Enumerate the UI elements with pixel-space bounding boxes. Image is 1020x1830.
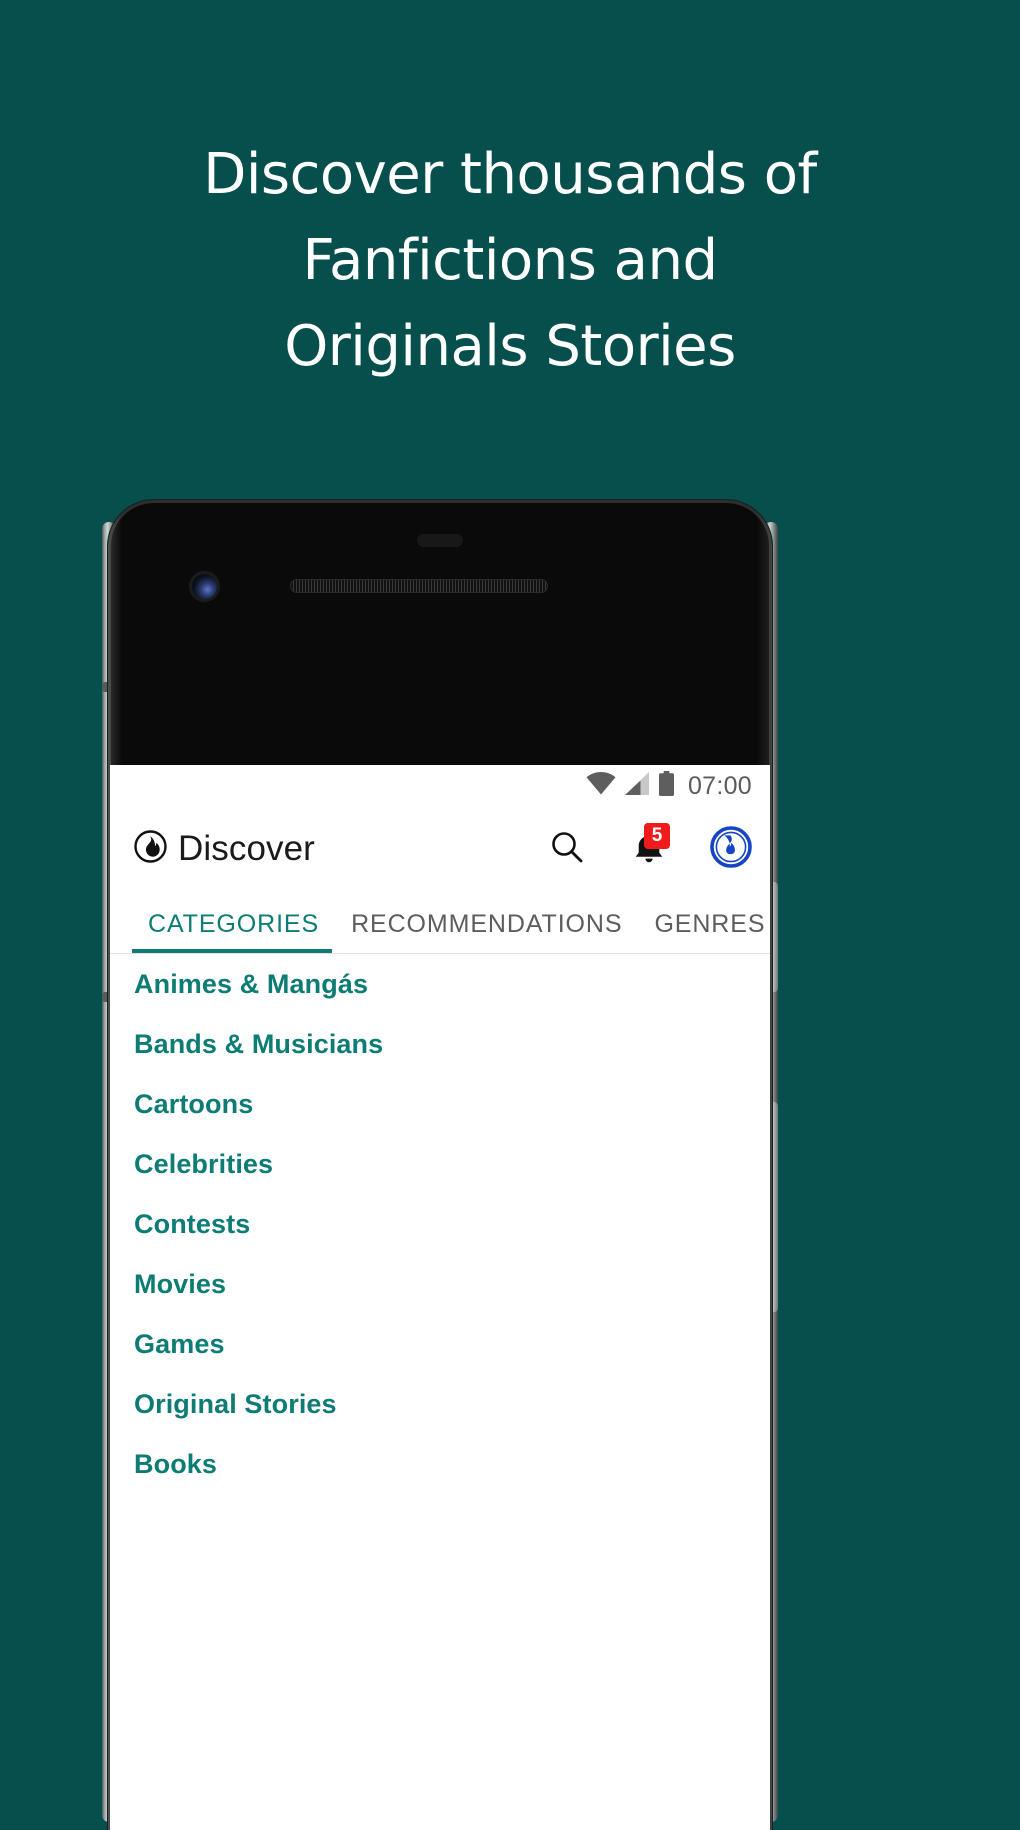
list-item[interactable]: Original Stories	[110, 1374, 770, 1434]
profile-avatar-icon	[710, 825, 752, 873]
tab-categories[interactable]: CATEGORIES	[132, 910, 335, 953]
list-item[interactable]: Contests	[110, 1194, 770, 1254]
tab-recommendations[interactable]: RECOMMENDATIONS	[335, 910, 638, 953]
app-bar: Discover 5	[110, 807, 770, 891]
app-title: Discover	[178, 829, 315, 868]
phone-mockup: 07:00 Discover 5 CATEGORIES RECOMMENDATI…	[100, 500, 780, 1830]
list-item[interactable]: Cartoons	[110, 1074, 770, 1134]
flame-circle-icon	[134, 830, 167, 868]
list-item[interactable]: Animes & Mangás	[110, 954, 770, 1014]
status-bar-time: 07:00	[687, 771, 752, 800]
profile-button[interactable]	[710, 825, 752, 873]
phone-screen: 07:00 Discover 5 CATEGORIES RECOMMENDATI…	[110, 765, 770, 1830]
tab-genres[interactable]: GENRES	[638, 910, 770, 953]
list-item[interactable]: Movies	[110, 1254, 770, 1314]
headline-line-3: Originals Stories	[284, 314, 736, 379]
status-bar: 07:00	[110, 765, 770, 807]
category-list: Animes & Mangás Bands & Musicians Cartoo…	[110, 954, 770, 1494]
notifications-button[interactable]: 5	[628, 823, 670, 870]
tab-bar: CATEGORIES RECOMMENDATIONS GENRES	[110, 891, 770, 954]
headline-line-1: Discover thousands of	[203, 142, 817, 207]
search-icon	[549, 829, 585, 870]
list-item[interactable]: Celebrities	[110, 1134, 770, 1194]
promo-headline: Discover thousands of Fanfictions and Or…	[0, 132, 1020, 390]
tab-active-indicator	[132, 949, 332, 953]
phone-top-nub	[417, 534, 463, 547]
list-item[interactable]: Books	[110, 1434, 770, 1494]
search-button[interactable]	[546, 828, 588, 870]
app-brand: Discover	[134, 829, 315, 869]
list-item[interactable]: Bands & Musicians	[110, 1014, 770, 1074]
headline-line-2: Fanfictions and	[302, 228, 718, 293]
earpiece-speaker-grille	[290, 579, 548, 593]
app-bar-actions: 5	[546, 823, 752, 873]
battery-icon	[658, 771, 674, 801]
wifi-icon	[586, 772, 616, 800]
cell-signal-icon	[624, 772, 650, 800]
list-item[interactable]: Games	[110, 1314, 770, 1374]
phone-body: 07:00 Discover 5 CATEGORIES RECOMMENDATI…	[108, 500, 772, 1830]
front-camera-icon	[192, 574, 217, 599]
notification-badge: 5	[644, 823, 670, 849]
